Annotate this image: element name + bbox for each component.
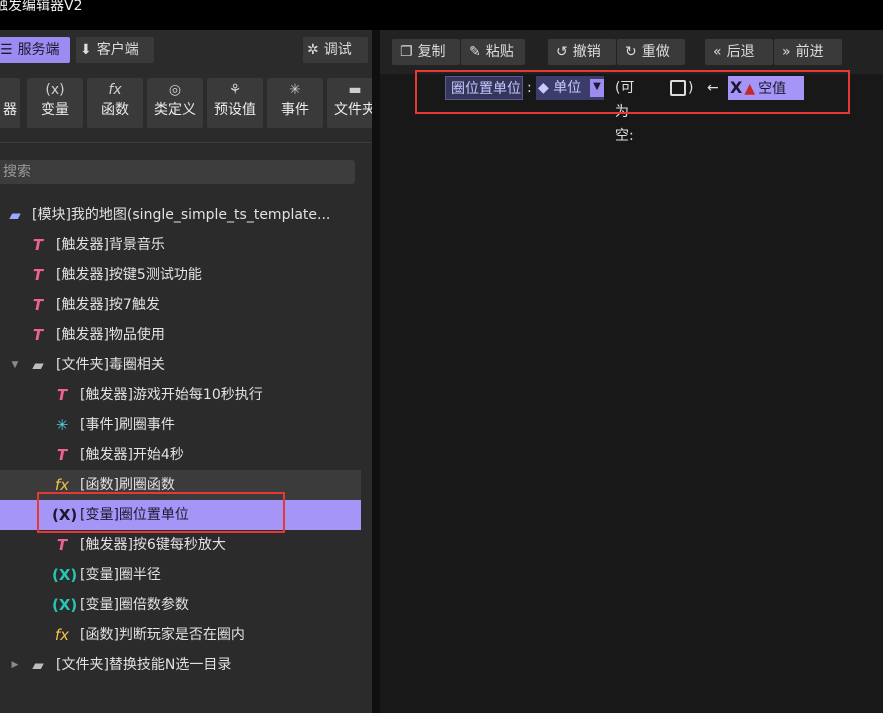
double-chevron-right-icon: » <box>782 44 791 60</box>
tree-item-folder[interactable]: ▶ ▰ [文件夹]替换技能N选一目录 <box>0 650 361 680</box>
redo-icon: ↻ <box>625 44 637 60</box>
chevron-down-icon[interactable]: ▼ <box>10 350 20 380</box>
event-icon: ✳ <box>55 416 69 434</box>
undo-icon: ↺ <box>556 44 568 60</box>
folder-icon: ▰ <box>32 656 44 674</box>
trigger-icon: T <box>32 296 44 314</box>
trigger-icon: T <box>56 446 68 464</box>
tool-class[interactable]: ◎ 类定义 <box>147 78 203 128</box>
trigger-icon: T <box>32 266 44 284</box>
variable-icon: (x) <box>45 82 65 98</box>
forward-button[interactable]: » 前进 <box>774 39 842 65</box>
tree-item[interactable]: (X) [变量]圈半径 <box>0 560 361 590</box>
folder-open-icon: ▰ <box>32 356 44 374</box>
tree-item[interactable]: T [触发器]物品使用 <box>0 320 361 350</box>
tool-variable[interactable]: (x) 变量 <box>27 78 83 128</box>
copy-icon: ❐ <box>400 44 413 60</box>
tree-item[interactable]: T [触发器]按6键每秒放大 <box>0 530 361 560</box>
debug-button[interactable]: ✲ 调试 <box>303 37 368 63</box>
window-title: 触发编辑器V2 <box>0 0 83 14</box>
paste-icon: ✎ <box>469 44 481 60</box>
highlight-box <box>415 70 850 114</box>
tree-item[interactable]: T [触发器]开始4秒 <box>0 440 361 470</box>
function-icon: fx <box>54 626 70 644</box>
copy-button[interactable]: ❐ 复制 <box>392 39 460 65</box>
trigger-icon: T <box>56 386 68 404</box>
tree-item[interactable]: (X) [变量]圈倍数参数 <box>0 590 361 620</box>
chevron-right-icon[interactable]: ▶ <box>10 650 20 680</box>
tree-item-module[interactable]: ▰ [模块]我的地图(single_simple_ts_template... <box>0 200 361 230</box>
tool-trigger[interactable]: · 器 <box>0 78 20 128</box>
highlight-box <box>37 492 285 533</box>
download-icon: ⬇ <box>80 42 92 58</box>
create-toolbar: · 器 (x) 变量 fx 函数 ◎ 类定义 ⚘ 预设值 ✳ 事件 ▬ 文件夹 <box>0 78 383 130</box>
variable-icon: (X) <box>52 596 78 614</box>
tree-item[interactable]: T [触发器]按7触发 <box>0 290 361 320</box>
class-icon: ◎ <box>168 82 182 98</box>
double-chevron-left-icon: « <box>713 44 722 60</box>
mode-bar: ☰ 服务端 ⬇ 客户端 ✲ 调试 <box>0 34 372 64</box>
back-button[interactable]: «后退 <box>705 39 773 65</box>
tool-function[interactable]: fx 函数 <box>87 78 143 128</box>
tree-item-folder[interactable]: ▼ ▰ [文件夹]毒圈相关 <box>0 350 361 380</box>
tree-item[interactable]: ✳ [事件]刷圈事件 <box>0 410 361 440</box>
event-icon: ✳ <box>289 82 301 98</box>
server-list-icon: ☰ <box>0 42 13 58</box>
redo-button[interactable]: ↻ 重做 <box>617 39 685 65</box>
trigger-icon: · <box>0 78 20 100</box>
folder-open-icon: ▰ <box>9 206 21 224</box>
tree-item[interactable]: fx [函数]判断玩家是否在圈内 <box>0 620 361 650</box>
tool-preset[interactable]: ⚘ 预设值 <box>207 78 263 128</box>
tree-item[interactable]: T [触发器]背景音乐 <box>0 230 361 260</box>
tool-event[interactable]: ✳ 事件 <box>267 78 323 128</box>
editor-toolbar: ❐ 复制 ✎ 粘贴 ↺ 撤销 ↻ 重做 «后退 » 前进 <box>380 30 883 74</box>
server-mode-button[interactable]: ☰ 服务端 <box>0 37 70 63</box>
function-icon: fx <box>108 82 122 98</box>
title-bar: 触发编辑器V2 <box>0 0 883 30</box>
search-input[interactable]: 搜索 <box>0 160 355 184</box>
trigger-icon: T <box>56 536 68 554</box>
paste-button[interactable]: ✎ 粘贴 <box>461 39 525 65</box>
trigger-icon: T <box>32 326 44 344</box>
tree-item[interactable]: T [触发器]游戏开始每10秒执行 <box>0 380 361 410</box>
tree-item[interactable]: T [触发器]按键5测试功能 <box>0 260 361 290</box>
left-panel: ☰服务端 ⬇客户端 ✲调试 · 器 (x) 变量 fx 函数 ◎ 类定义 ⚘ 预… <box>0 30 383 713</box>
divider <box>0 142 372 143</box>
bug-icon: ✲ <box>307 42 319 58</box>
panel-splitter[interactable] <box>372 30 380 713</box>
preset-icon: ⚘ <box>228 82 242 98</box>
variable-icon: (X) <box>52 566 78 584</box>
trigger-icon: T <box>32 236 44 254</box>
client-mode-button[interactable]: ⬇ 客户端 <box>76 37 154 63</box>
undo-button[interactable]: ↺ 撤销 <box>548 39 616 65</box>
